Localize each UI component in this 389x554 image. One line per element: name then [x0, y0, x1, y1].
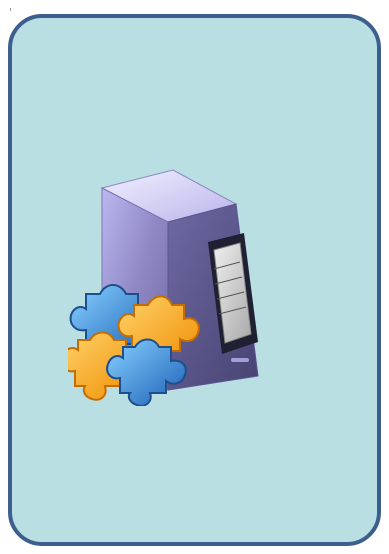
- page: [0, 0, 389, 554]
- corner-mark: [10, 8, 11, 11]
- server-puzzle-icon: [68, 169, 259, 406]
